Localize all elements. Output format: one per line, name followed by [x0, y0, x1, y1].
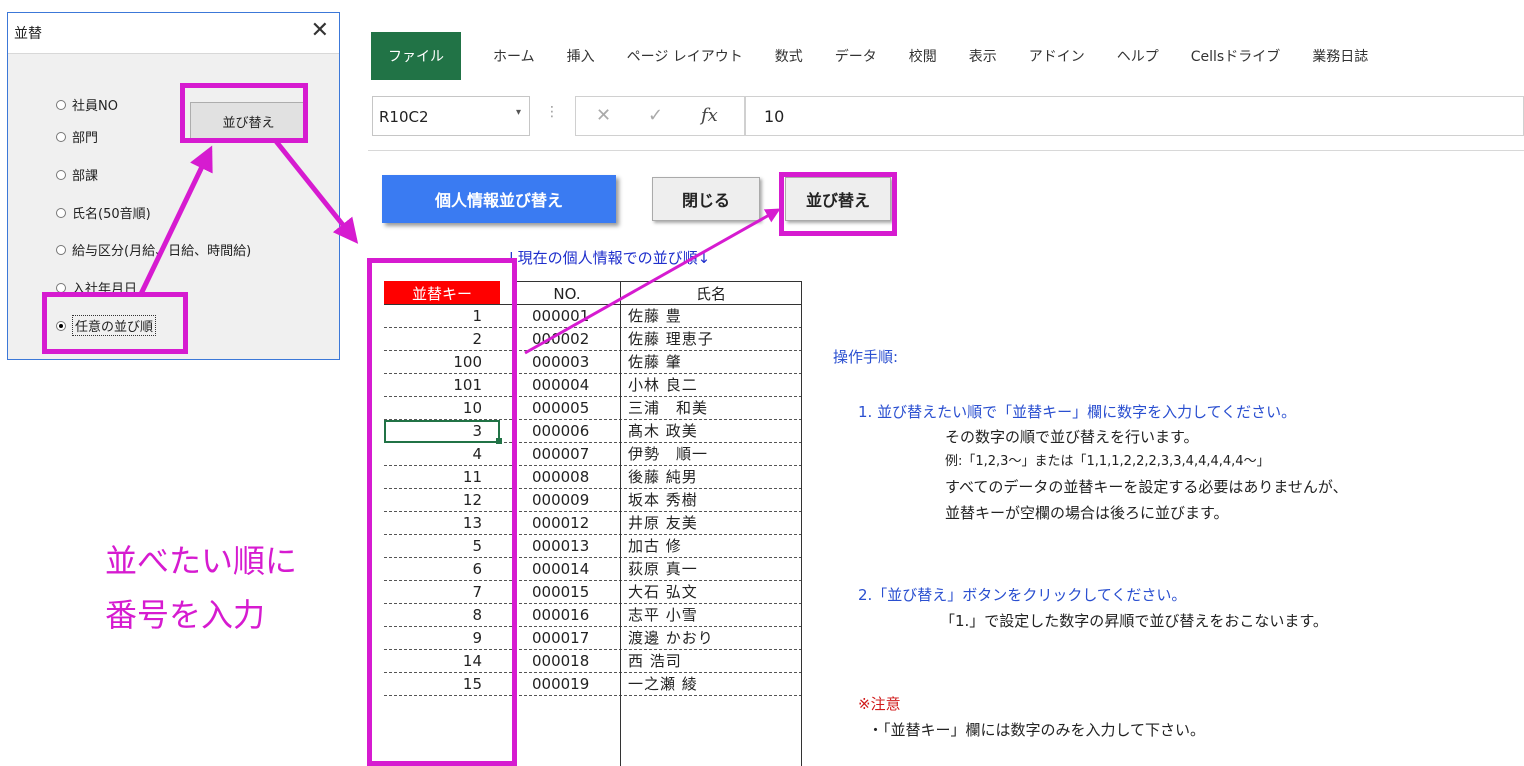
name-cell[interactable]: 井原 友美 [624, 512, 802, 535]
header-no: NO. [514, 281, 620, 305]
radio-section[interactable]: 部課 [56, 165, 98, 184]
highlight-custom-order [42, 292, 188, 354]
tab-home[interactable]: ホーム [493, 46, 535, 66]
highlight-sort-key-column [367, 258, 517, 766]
list-caption: ↓現在の個人情報での並び順↓ [505, 249, 711, 267]
no-cell[interactable]: 000001 [514, 305, 624, 328]
formula-value: 10 [764, 107, 785, 126]
tab-insert[interactable]: 挿入 [567, 46, 595, 66]
name-cell[interactable]: 加古 修 [624, 535, 802, 558]
name-cell[interactable]: 佐藤 理恵子 [624, 328, 802, 351]
dialog-titlebar: 並替 ✕ [8, 13, 339, 54]
name-cell[interactable]: 一之瀬 綾 [624, 673, 802, 696]
tab-data[interactable]: データ [835, 46, 877, 66]
tab-review[interactable]: 校閲 [909, 46, 937, 66]
name-cell[interactable]: 伊勢 順一 [624, 443, 802, 466]
formula-input[interactable]: 10 [745, 96, 1524, 136]
name-cell[interactable]: 志平 小雪 [624, 604, 802, 627]
instruction-step-2: 2.「並び替え」ボタンをクリックしてください。 [858, 586, 1187, 604]
no-cell[interactable]: 000014 [514, 558, 624, 581]
no-cell[interactable]: 000013 [514, 535, 624, 558]
no-cell[interactable]: 000016 [514, 604, 624, 627]
no-cell[interactable]: 000019 [514, 673, 624, 696]
name-cell[interactable]: 佐藤 豊 [624, 305, 802, 328]
radio-pay-type[interactable]: 給与区分(月給、日給、時間給) [56, 240, 251, 259]
tab-file[interactable]: ファイル [371, 32, 461, 80]
tab-view[interactable]: 表示 [969, 46, 997, 66]
ribbon-tabs: ファイル ホーム 挿入 ページ レイアウト 数式 データ 校閲 表示 アドイン … [368, 30, 1524, 82]
name-cell[interactable]: 三浦 和美 [624, 397, 802, 420]
no-cell[interactable]: 000005 [514, 397, 624, 420]
name-cell[interactable]: 髙木 政美 [624, 420, 802, 443]
name-cell[interactable]: 後藤 純男 [624, 466, 802, 489]
radio-icon [56, 207, 66, 218]
name-cell[interactable]: 渡邊 かおり [624, 627, 802, 650]
formula-buttons: ✕ ✓ fx [575, 96, 745, 136]
instructions-heading: 操作手順: [833, 348, 899, 366]
tab-addins[interactable]: アドイン [1029, 46, 1085, 66]
name-cell[interactable]: 荻原 真一 [624, 558, 802, 581]
radio-icon [56, 244, 66, 255]
tab-help[interactable]: ヘルプ [1117, 46, 1159, 66]
grid-line [620, 281, 621, 766]
insert-function-icon[interactable]: fx [701, 105, 718, 126]
radio-icon [56, 169, 66, 180]
no-cell[interactable]: 000018 [514, 650, 624, 673]
instruction-line: すべてのデータの並替キーを設定する必要はありませんが、 [945, 478, 1348, 496]
sheet-divider [368, 150, 1524, 151]
personal-sort-button[interactable]: 個人情報並び替え [382, 175, 616, 223]
name-cell[interactable]: 坂本 秀樹 [624, 489, 802, 512]
note-line: ・「並替キー」欄には数字のみを入力して下さい。 [868, 721, 1206, 739]
tab-cells-drive[interactable]: Cellsドライブ [1191, 46, 1280, 66]
highlight-dialog-sort-button [180, 83, 308, 143]
no-cell[interactable]: 000017 [514, 627, 624, 650]
instruction-line: 「1.」で設定した数字の昇順で並び替えをおこないます。 [940, 612, 1328, 630]
name-cell[interactable]: 大石 弘文 [624, 581, 802, 604]
grid-line [801, 281, 802, 766]
instruction-line: 例:「1,2,3〜」または「1,1,1,2,2,2,3,3,4,4,4,4,4〜… [945, 454, 1270, 469]
enter-icon[interactable]: ✓ [648, 105, 663, 126]
tab-work-diary[interactable]: 業務日誌 [1312, 46, 1368, 66]
note-heading: ※注意 [858, 695, 901, 713]
radio-icon [56, 99, 66, 110]
instruction-line: 並替キーが空欄の場合は後ろに並びます。 [945, 504, 1229, 522]
no-cell[interactable]: 000008 [514, 466, 624, 489]
name-box[interactable]: R10C2 ▾ [372, 96, 530, 136]
cancel-icon[interactable]: ✕ [596, 105, 611, 126]
no-cell[interactable]: 000003 [514, 351, 624, 374]
name-cell[interactable]: 佐藤 肇 [624, 351, 802, 374]
no-cell[interactable]: 000012 [514, 512, 624, 535]
header-name: 氏名 [620, 281, 802, 305]
name-box-value: R10C2 [379, 108, 429, 126]
instruction-line: その数字の順で並び替えを行います。 [945, 428, 1199, 446]
no-cell[interactable]: 000009 [514, 489, 624, 512]
highlight-sheet-sort-button [779, 172, 897, 236]
no-cell[interactable]: 000006 [514, 420, 624, 443]
close-button[interactable]: 閉じる [652, 177, 760, 221]
chevron-down-icon[interactable]: ▾ [516, 107, 521, 118]
name-cell[interactable]: 西 浩司 [624, 650, 802, 673]
annotation-line-2: 番号を入力 [105, 596, 266, 634]
no-cell[interactable]: 000004 [514, 374, 624, 397]
separator-dots-icon: ⋮ [545, 104, 559, 120]
instruction-step-1: 1. 並び替えたい順で「並替キー」欄に数字を入力してください。 [858, 403, 1297, 421]
radio-icon [56, 131, 66, 142]
dialog-title: 並替 [14, 26, 42, 42]
no-cell[interactable]: 000015 [514, 581, 624, 604]
close-icon[interactable]: ✕ [311, 19, 329, 43]
no-cell[interactable]: 000002 [514, 328, 624, 351]
radio-employee-no[interactable]: 社員NO [56, 95, 118, 114]
no-cell[interactable]: 000007 [514, 443, 624, 466]
annotation-line-1: 並べたい順に [105, 542, 298, 580]
radio-icon [56, 282, 66, 293]
radio-department[interactable]: 部門 [56, 127, 98, 146]
radio-name[interactable]: 氏名(50音順) [56, 203, 151, 222]
tab-page-layout[interactable]: ページ レイアウト [627, 46, 743, 66]
tab-formulas[interactable]: 数式 [775, 46, 803, 66]
name-cell[interactable]: 小林 良二 [624, 374, 802, 397]
